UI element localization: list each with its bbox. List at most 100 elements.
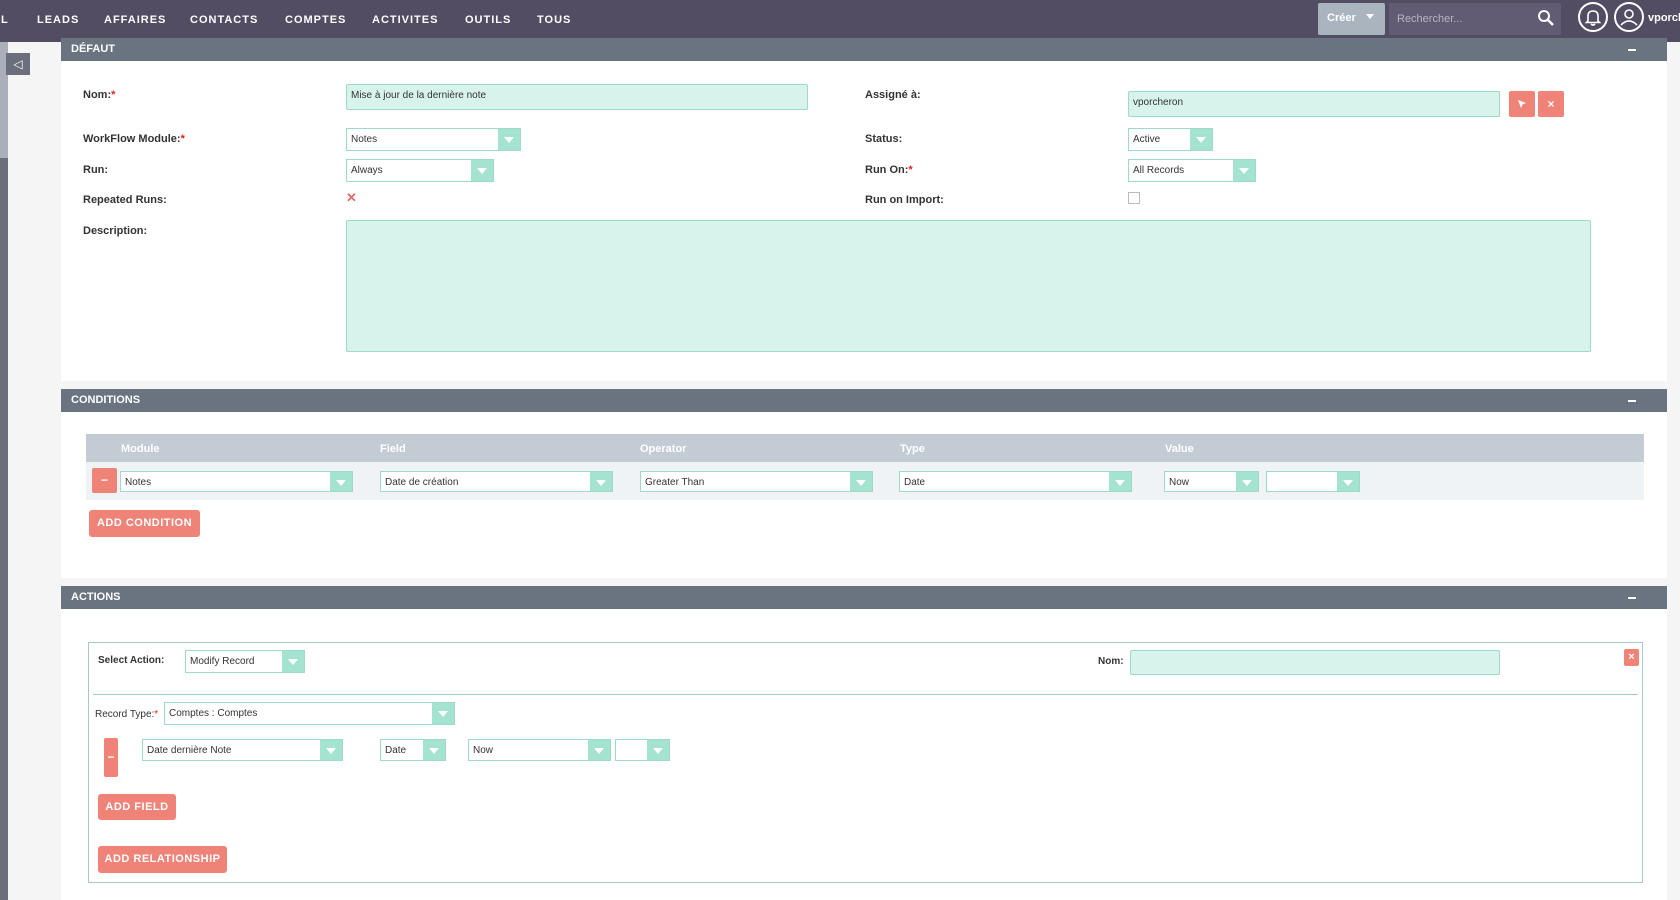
nav-item-affaires[interactable]: AFFAIRES (104, 14, 166, 26)
chevron-down-icon (1233, 160, 1255, 181)
action-value-value: Now (473, 745, 494, 756)
condition-module-select[interactable]: Notes (120, 471, 353, 492)
nav-item-tous[interactable]: TOUS (537, 14, 571, 26)
status-label: Status: (865, 133, 903, 145)
collapse-icon[interactable] (1628, 400, 1636, 402)
nav-item-accueil[interactable]: IL (0, 14, 9, 26)
chevron-down-icon (498, 129, 520, 150)
sidebar-strip (0, 42, 8, 900)
chevron-down-icon (590, 472, 612, 491)
description-textarea[interactable] (346, 220, 1591, 352)
runon-select[interactable]: All Records (1128, 159, 1256, 182)
minus-icon: − (100, 473, 108, 487)
status-select[interactable]: Active (1128, 128, 1213, 151)
name-label: Nom:* (83, 89, 116, 101)
col-operator: Operator (640, 443, 687, 455)
chevron-down-icon (850, 472, 872, 491)
name-field[interactable]: Mise à jour de la dernière note (346, 84, 808, 110)
remove-action-button[interactable]: × (1624, 649, 1639, 666)
add-relationship-button[interactable]: ADD RELATIONSHIP (98, 846, 227, 873)
search-box (1389, 3, 1561, 35)
chevron-down-icon (1190, 129, 1212, 150)
repeated-runs-checkbox[interactable]: ✕ (346, 191, 358, 204)
chevron-down-icon (330, 472, 352, 491)
clear-user-button[interactable]: × (1538, 91, 1564, 117)
assigned-field[interactable]: vporcheron (1128, 91, 1500, 117)
add-condition-button[interactable]: ADD CONDITION (89, 510, 200, 537)
panel-title-conditions: CONDITIONS (71, 394, 141, 406)
sidebar-toggle-button[interactable]: ◁ (6, 53, 30, 75)
description-label: Description: (83, 225, 148, 237)
runon-label: Run On:* (865, 164, 913, 176)
collapse-icon[interactable] (1628, 49, 1636, 51)
col-field: Field (380, 443, 406, 455)
nav-item-leads[interactable]: LEADS (37, 14, 79, 26)
divider (93, 694, 1638, 695)
chevron-down-icon (423, 740, 445, 760)
nav-item-comptes[interactable]: COMPTES (285, 14, 346, 26)
condition-type-select[interactable]: Date (899, 471, 1132, 492)
select-action-select[interactable]: Modify Record (185, 650, 305, 673)
run-on-import-checkbox[interactable] (1128, 192, 1140, 204)
condition-row: − Notes Date de création Greater Than Da… (86, 462, 1644, 500)
nav-item-activites[interactable]: ACTIVITES (372, 14, 438, 26)
col-type: Type (900, 443, 925, 455)
search-input[interactable] (1397, 11, 1527, 27)
condition-value2-select[interactable] (1266, 471, 1360, 492)
condition-value-value: Now (1169, 477, 1190, 488)
notifications-button[interactable] (1578, 2, 1608, 32)
collapse-icon[interactable] (1628, 597, 1636, 599)
condition-field-select[interactable]: Date de création (380, 471, 613, 492)
condition-operator-select[interactable]: Greater Than (640, 471, 873, 492)
nav-item-contacts[interactable]: CONTACTS (190, 14, 258, 26)
col-module: Module (121, 443, 160, 455)
module-select[interactable]: Notes (346, 128, 521, 151)
close-icon: × (1547, 97, 1555, 111)
remove-condition-button[interactable]: − (92, 468, 117, 493)
record-type-select[interactable]: Comptes : Comptes (164, 702, 455, 725)
action-value2-select[interactable] (615, 739, 670, 761)
close-icon: × (1628, 651, 1635, 663)
nav-item-outils[interactable]: OUTILS (465, 14, 511, 26)
panel-title-defaut: DÉFAUT (71, 43, 115, 55)
panel-header-defaut[interactable]: DÉFAUT (61, 38, 1667, 61)
action-field-select[interactable]: Date dernière Note (142, 739, 343, 761)
chevron-down-icon (471, 160, 493, 181)
action-type-value: Date (385, 745, 407, 756)
action-name-field[interactable] (1130, 650, 1500, 675)
condition-operator-value: Greater Than (645, 477, 705, 488)
chevron-down-icon (647, 740, 669, 760)
panel-header-conditions[interactable]: CONDITIONS (61, 389, 1667, 412)
record-type-label: Record Type:* (95, 709, 159, 720)
username[interactable]: vporch (1648, 12, 1680, 24)
repeated-runs-label: Repeated Runs: (83, 194, 167, 206)
user-icon (1620, 9, 1638, 26)
module-select-value: Notes (351, 134, 378, 145)
action-field-value: Date dernière Note (147, 745, 232, 756)
add-field-button[interactable]: ADD FIELD (98, 794, 176, 820)
action-value-select[interactable]: Now (468, 739, 611, 761)
search-icon[interactable] (1537, 9, 1555, 27)
run-label: Run: (83, 164, 109, 176)
select-action-label: Select Action: (98, 655, 165, 666)
runon-select-value: All Records (1133, 165, 1185, 176)
create-button[interactable]: Créer (1318, 3, 1385, 35)
condition-field-value: Date de création (385, 477, 459, 488)
chevron-down-icon (1337, 472, 1359, 491)
panel-title-actions: ACTIONS (71, 591, 121, 603)
assigned-label: Assigné à: (865, 89, 921, 101)
caret-down-icon (1366, 14, 1374, 19)
action-type-select[interactable]: Date (380, 739, 446, 761)
condition-value-select[interactable]: Now (1164, 471, 1259, 492)
col-value: Value (1165, 443, 1194, 455)
status-select-value: Active (1133, 134, 1161, 145)
record-type-value: Comptes : Comptes (169, 708, 258, 719)
condition-module-value: Notes (125, 477, 152, 488)
panel-header-actions[interactable]: ACTIONS (61, 586, 1667, 609)
remove-field-button[interactable]: − (104, 738, 118, 777)
select-user-button[interactable] (1509, 91, 1535, 117)
triangle-left-icon: ◁ (13, 57, 23, 71)
user-menu-button[interactable] (1614, 2, 1644, 32)
select-action-value: Modify Record (190, 656, 255, 667)
run-select[interactable]: Always (346, 159, 494, 182)
